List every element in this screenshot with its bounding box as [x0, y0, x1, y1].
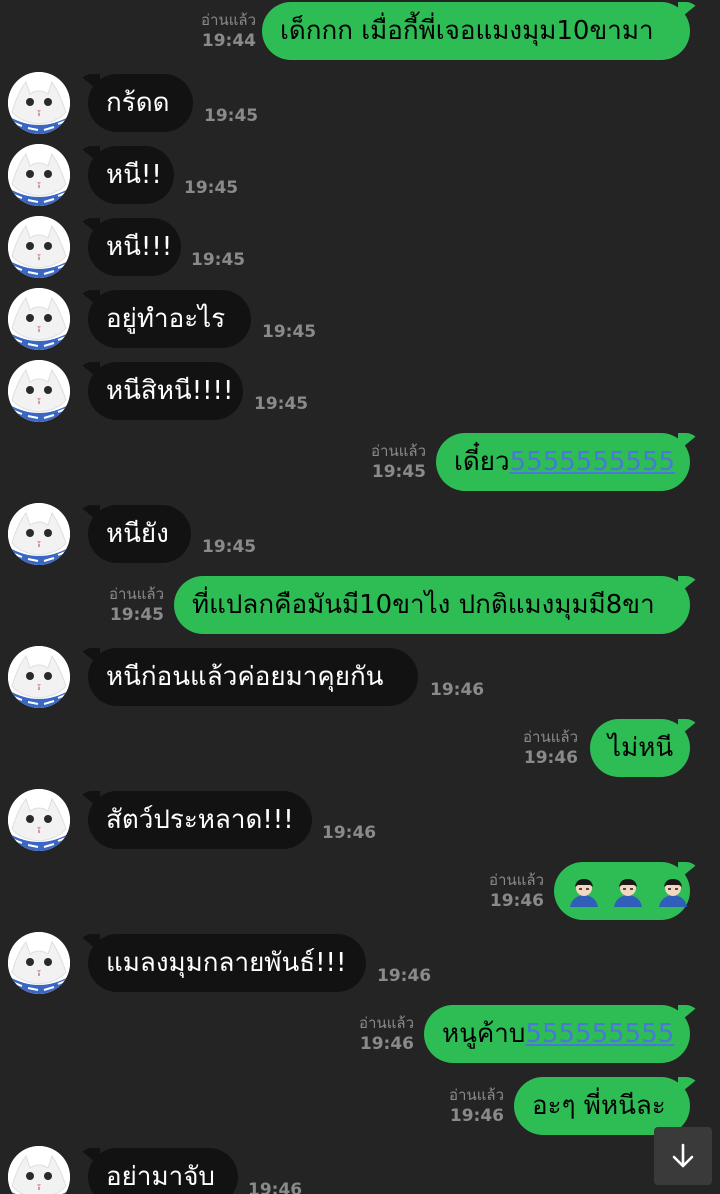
message-time: 19:45	[184, 178, 239, 198]
message-text: หนี!!!	[106, 232, 173, 262]
contact-avatar[interactable]	[8, 646, 70, 708]
message-text: อย่ามาจับ	[106, 1162, 215, 1192]
white-cat-avatar-icon	[8, 72, 70, 134]
read-receipt: อ่านแล้ว	[371, 442, 426, 460]
message-link[interactable]: 555555555	[525, 1019, 674, 1049]
message-time: 19:46	[489, 891, 544, 911]
message-bubble[interactable]: กร้ดด	[88, 74, 193, 132]
person-bowing-emoji	[570, 879, 598, 907]
message-bubble[interactable]: หนูค้าบ555555555	[424, 1005, 690, 1063]
emoji-group	[566, 863, 691, 921]
white-cat-avatar-icon	[8, 216, 70, 278]
message-text: แมลงมุมกลายพันธ์!!!	[106, 948, 347, 978]
message-meta: อ่านแล้ว 19:44	[201, 10, 256, 52]
message-text: กร้ดด	[106, 88, 170, 118]
message-text: เด็กกก เมื่อกี้พี่เจอแมงมุม10ขามา	[280, 16, 654, 46]
message-text: เดี๋ยว	[454, 447, 510, 477]
message-time: 19:44	[201, 31, 256, 51]
message-meta: อ่านแล้ว 19:46	[359, 1013, 414, 1055]
message-text: สัตว์ประหลาด!!!	[106, 805, 294, 835]
message-time: 19:45	[191, 250, 246, 270]
message-time: 19:45	[262, 322, 317, 342]
person-bowing-emoji	[614, 879, 643, 907]
white-cat-avatar-icon	[8, 288, 70, 350]
contact-avatar[interactable]	[8, 503, 70, 565]
message-text: ที่แปลกคือมันมี10ขาไง ปกติแมงมุมมี8ขา	[192, 590, 655, 620]
person-bowing-emoji	[658, 879, 687, 907]
read-receipt: อ่านแล้ว	[449, 1086, 504, 1104]
message-time: 19:46	[248, 1180, 303, 1194]
contact-avatar[interactable]	[8, 288, 70, 350]
message-time: 19:46	[377, 966, 432, 986]
message-text: ไม่หนี	[608, 733, 674, 763]
message-meta: อ่านแล้ว 19:45	[371, 441, 426, 483]
message-time: 19:45	[202, 537, 257, 557]
message-bubble[interactable]: เดี๋ยว5555555555	[436, 433, 690, 491]
white-cat-avatar-icon	[8, 360, 70, 422]
message-bubble[interactable]: สัตว์ประหลาด!!!	[88, 791, 312, 849]
chat-area[interactable]: อ่านแล้ว 19:44 เด็กกก เมื่อกี้พี่เจอแมงม…	[0, 0, 720, 1194]
message-time: 19:46	[430, 680, 485, 700]
message-time: 19:45	[109, 605, 164, 625]
message-time: 19:45	[371, 462, 426, 482]
read-receipt: อ่านแล้ว	[523, 728, 578, 746]
message-link[interactable]: 5555555555	[510, 447, 675, 477]
message-text: หนี!!	[106, 160, 162, 190]
message-bubble[interactable]: อยู่ทำอะไร	[88, 290, 251, 348]
message-bubble[interactable]: หนียัง	[88, 505, 191, 563]
message-time: 19:46	[523, 748, 578, 768]
read-receipt: อ่านแล้ว	[109, 585, 164, 603]
message-bubble[interactable]: แมลงมุมกลายพันธ์!!!	[88, 934, 366, 992]
contact-avatar[interactable]	[8, 789, 70, 851]
scroll-to-bottom-button[interactable]	[654, 1127, 712, 1185]
message-bubble[interactable]: ไม่หนี	[590, 719, 690, 777]
arrow-down-icon	[672, 1143, 694, 1168]
contact-avatar[interactable]	[8, 360, 70, 422]
contact-avatar[interactable]	[8, 144, 70, 206]
message-meta: อ่านแล้ว 19:45	[109, 584, 164, 626]
white-cat-avatar-icon	[8, 646, 70, 708]
white-cat-avatar-icon	[8, 789, 70, 851]
message-time: 19:46	[449, 1106, 504, 1126]
message-text: หนีก่อนแล้วค่อยมาคุยกัน	[106, 662, 384, 692]
message-text: อะๆ พี่หนีละ	[532, 1091, 666, 1121]
white-cat-avatar-icon	[8, 1146, 70, 1194]
message-bubble[interactable]: หนีสิหนี!!!!	[88, 362, 243, 420]
white-cat-avatar-icon	[8, 144, 70, 206]
contact-avatar[interactable]	[8, 72, 70, 134]
message-bubble[interactable]	[554, 862, 690, 920]
read-receipt: อ่านแล้ว	[489, 871, 544, 889]
read-receipt: อ่านแล้ว	[201, 11, 256, 29]
message-bubble[interactable]: ที่แปลกคือมันมี10ขาไง ปกติแมงมุมมี8ขา	[174, 576, 690, 634]
message-text: หนีสิหนี!!!!	[106, 376, 234, 406]
message-text: หนูค้าบ	[442, 1019, 526, 1049]
contact-avatar[interactable]	[8, 1146, 70, 1194]
contact-avatar[interactable]	[8, 216, 70, 278]
contact-avatar[interactable]	[8, 932, 70, 994]
message-bubble[interactable]: หนี!!!	[88, 218, 181, 276]
message-time: 19:46	[322, 823, 377, 843]
message-bubble[interactable]: หนี!!	[88, 146, 174, 204]
message-time: 19:45	[254, 394, 309, 414]
message-time: 19:46	[359, 1034, 414, 1054]
message-time: 19:45	[204, 106, 259, 126]
message-bubble[interactable]: อย่ามาจับ	[88, 1148, 238, 1194]
message-meta: อ่านแล้ว 19:46	[489, 870, 544, 912]
white-cat-avatar-icon	[8, 503, 70, 565]
message-meta: อ่านแล้ว 19:46	[449, 1085, 504, 1127]
message-bubble[interactable]: เด็กกก เมื่อกี้พี่เจอแมงมุม10ขามา	[262, 2, 690, 60]
white-cat-avatar-icon	[8, 932, 70, 994]
message-text: หนียัง	[106, 519, 169, 549]
message-text: อยู่ทำอะไร	[106, 304, 226, 334]
message-bubble[interactable]: หนีก่อนแล้วค่อยมาคุยกัน	[88, 648, 418, 706]
read-receipt: อ่านแล้ว	[359, 1014, 414, 1032]
message-meta: อ่านแล้ว 19:46	[523, 727, 578, 769]
